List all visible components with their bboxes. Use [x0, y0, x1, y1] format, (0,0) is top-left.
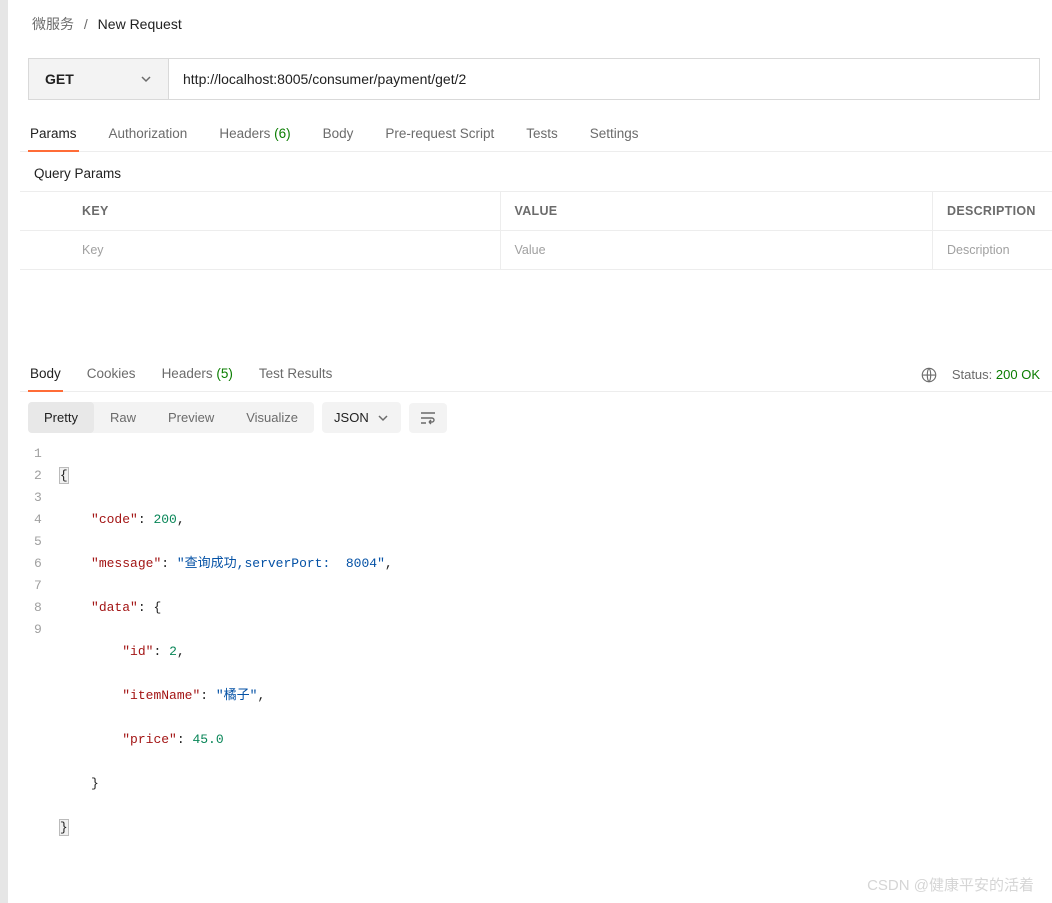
query-params-table: KEY VALUE DESCRIPTION Key Value Descript… [20, 191, 1052, 270]
tab-params[interactable]: Params [28, 118, 79, 151]
view-raw[interactable]: Raw [94, 402, 152, 433]
watermark: CSDN @健康平安的活着 [867, 874, 1034, 895]
tab-tests[interactable]: Tests [524, 118, 560, 151]
resp-tab-headers[interactable]: Headers (5) [160, 358, 235, 391]
view-pretty[interactable]: Pretty [28, 402, 94, 433]
globe-icon[interactable] [920, 366, 938, 384]
resp-tab-body[interactable]: Body [28, 358, 63, 391]
tab-body[interactable]: Body [321, 118, 356, 151]
language-dropdown[interactable]: JSON [322, 402, 401, 433]
response-tabs: Body Cookies Headers (5) Test Results [28, 358, 920, 391]
table-row[interactable]: Key Value Description [20, 231, 1052, 270]
tab-headers-count: (6) [274, 126, 291, 141]
breadcrumb-parent[interactable]: 微服务 [32, 16, 74, 32]
key-input[interactable]: Key [68, 231, 500, 269]
resp-tab-test-results[interactable]: Test Results [257, 358, 335, 391]
table-header-row: KEY VALUE DESCRIPTION [20, 191, 1052, 231]
checkbox-cell[interactable] [20, 231, 68, 269]
chevron-down-icon [140, 73, 152, 85]
method-dropdown[interactable]: GET [28, 58, 168, 100]
status-area: Status: 200 OK [920, 366, 1040, 384]
code-source[interactable]: { "code": 200, "message": "查询成功,serverPo… [60, 443, 1052, 883]
tab-prerequest[interactable]: Pre-request Script [383, 118, 496, 151]
resp-tab-cookies[interactable]: Cookies [85, 358, 138, 391]
chevron-down-icon [377, 412, 389, 424]
breadcrumb-sep: / [84, 16, 88, 32]
request-tabs: Params Authorization Headers (6) Body Pr… [20, 118, 1052, 152]
language-label: JSON [334, 410, 369, 425]
col-key: KEY [68, 192, 500, 230]
line-gutter: 123456789 [34, 443, 60, 883]
col-description: DESCRIPTION [932, 192, 1052, 230]
col-checkbox [20, 192, 68, 230]
view-preview[interactable]: Preview [152, 402, 230, 433]
status-label: Status: [952, 367, 992, 382]
view-mode-group: Pretty Raw Preview Visualize [28, 402, 314, 433]
breadcrumb: 微服务 / New Request [20, 0, 1052, 44]
wrap-lines-button[interactable] [409, 403, 447, 433]
method-label: GET [45, 71, 132, 87]
response-tabs-row: Body Cookies Headers (5) Test Results St… [20, 358, 1052, 392]
response-body-viewer[interactable]: 123456789 { "code": 200, "message": "查询成… [20, 443, 1052, 903]
value-input[interactable]: Value [500, 231, 933, 269]
breadcrumb-current: New Request [98, 16, 182, 32]
format-bar: Pretty Raw Preview Visualize JSON [20, 392, 1052, 443]
description-input[interactable]: Description [932, 231, 1052, 269]
tab-headers[interactable]: Headers (6) [217, 118, 292, 151]
request-bar: GET [28, 58, 1040, 100]
query-params-title: Query Params [20, 152, 1052, 191]
resp-headers-count: (5) [216, 366, 233, 381]
wrap-icon [420, 411, 436, 425]
tab-headers-label: Headers [219, 126, 270, 141]
status-value: 200 OK [996, 367, 1040, 382]
tab-authorization[interactable]: Authorization [107, 118, 190, 151]
spacer [20, 270, 1052, 358]
url-input[interactable] [168, 58, 1040, 100]
tab-settings[interactable]: Settings [588, 118, 641, 151]
resp-headers-label: Headers [162, 366, 213, 381]
view-visualize[interactable]: Visualize [230, 402, 314, 433]
col-value: VALUE [500, 192, 933, 230]
